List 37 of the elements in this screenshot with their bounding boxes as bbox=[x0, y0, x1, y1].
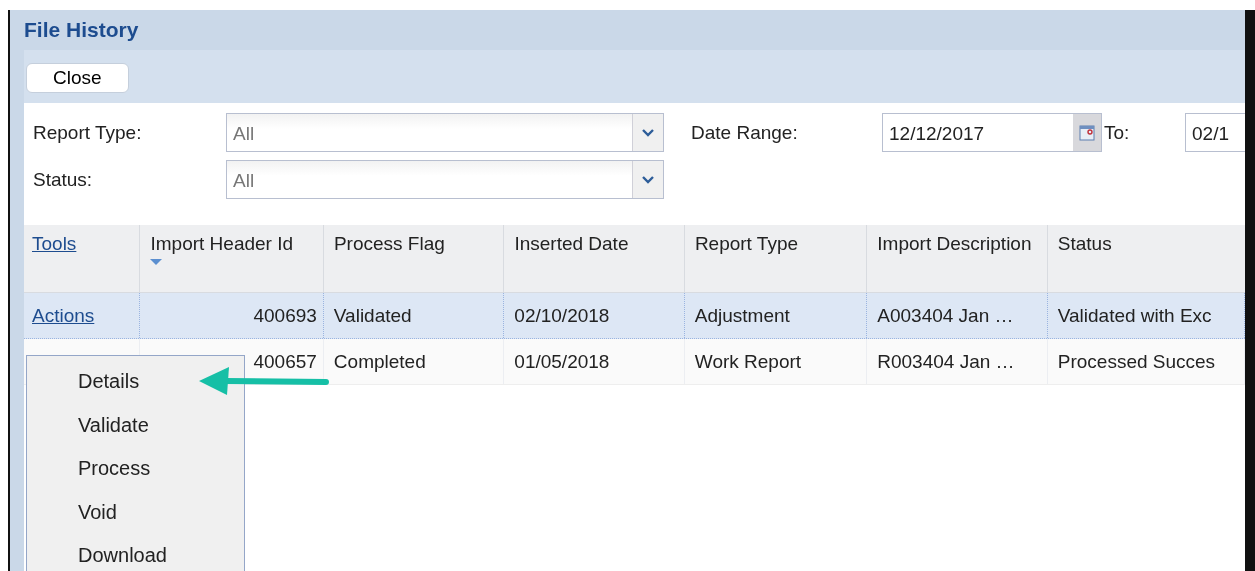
date-field[interactable]: 12/12/2017 bbox=[882, 113, 1102, 152]
table-cell: Validated with Exc bbox=[1057, 304, 1212, 327]
column-header[interactable]: Report Type bbox=[684, 225, 868, 292]
table-cell: Adjustment bbox=[694, 304, 790, 327]
field-label: Report Type: bbox=[32, 121, 143, 144]
menu-item[interactable]: Validate bbox=[27, 409, 149, 454]
field-label: Date Range: bbox=[691, 121, 799, 144]
actions-link[interactable]: Actions bbox=[32, 304, 95, 327]
column-header[interactable]: Import Header Id bbox=[140, 225, 324, 292]
table-cell: R003404 Jan … bbox=[877, 350, 1015, 373]
menu-item[interactable]: Details bbox=[27, 366, 140, 410]
table-cell: Processed Succes bbox=[1057, 350, 1216, 373]
column-header[interactable]: Import Description bbox=[867, 225, 1048, 292]
chevron-down-icon bbox=[642, 175, 654, 184]
column-header[interactable]: Inserted Date bbox=[504, 225, 685, 292]
calendar-icon[interactable] bbox=[1079, 124, 1095, 141]
dropdown-field[interactable]: All bbox=[226, 160, 664, 199]
menu-item[interactable]: Process bbox=[27, 453, 151, 497]
table-cell: 400693 bbox=[253, 304, 317, 327]
close-button[interactable]: Close bbox=[26, 63, 129, 93]
table-cell: Work Report bbox=[694, 350, 802, 373]
menu-item[interactable]: Download bbox=[27, 540, 167, 571]
table-cell: A003404 Jan … bbox=[877, 304, 1014, 327]
table-cell: Validated bbox=[333, 304, 412, 327]
field-label: To: bbox=[1103, 121, 1131, 144]
table-cell: 400657 bbox=[253, 350, 317, 373]
column-header[interactable]: Tools bbox=[24, 225, 141, 292]
field-label: Status: bbox=[32, 168, 94, 191]
column-header[interactable]: Status bbox=[1047, 225, 1245, 292]
table-cell: 02/10/2018 bbox=[514, 304, 610, 327]
window-title: File History bbox=[24, 18, 139, 42]
menu-item[interactable]: Void bbox=[27, 496, 117, 541]
chevron-down-icon bbox=[642, 128, 654, 137]
column-header[interactable]: Process Flag bbox=[323, 225, 505, 292]
table-cell: Completed bbox=[333, 350, 426, 373]
table-cell: 01/05/2018 bbox=[514, 350, 610, 373]
dropdown-field[interactable]: All bbox=[226, 113, 664, 152]
